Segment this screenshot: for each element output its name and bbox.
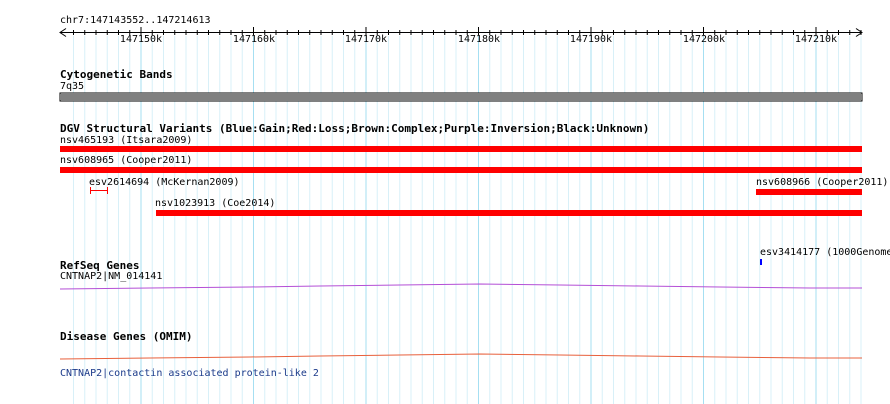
- feature-label-esv3414177[interactable]: esv3414177 (1000Genome: [760, 247, 890, 259]
- ruler-tick-label: 147170k: [344, 34, 388, 45]
- refseq-gene-label[interactable]: CNTNAP2|NM_014141: [60, 271, 162, 283]
- feature-label-nsv465193[interactable]: nsv465193 (Itsara2009): [60, 135, 192, 147]
- omim-gene-cntnap2: [59, 353, 862, 360]
- ruler-tick-label: 147200k: [682, 34, 726, 45]
- variant-nsv608965: [60, 167, 862, 173]
- cytoband-label: 7q35: [60, 81, 85, 92]
- variant-esv3414177: [760, 259, 762, 265]
- variant-nsv608966: [756, 189, 862, 195]
- feature-label-nsv608966[interactable]: nsv608966 (Cooper2011): [756, 177, 888, 189]
- ruler-tick-label: 147150k: [119, 34, 163, 45]
- ruler-tick-label: 147160k: [232, 34, 276, 45]
- refseq-gene-cntnap2: [59, 283, 862, 290]
- track-title-cytogenetic-bands[interactable]: Cytogenetic Bands: [60, 68, 173, 81]
- feature-label-esv2614694[interactable]: esv2614694 (McKernan2009): [89, 177, 240, 189]
- feature-label-nsv608965[interactable]: nsv608965 (Cooper2011): [60, 155, 192, 167]
- cytoband-7q35: [61, 94, 861, 100]
- track-title-disease-genes-omim[interactable]: Disease Genes (OMIM): [60, 330, 192, 343]
- coordinate-label: chr7:147143552..147214613: [60, 15, 211, 26]
- variant-nsv1023913: [156, 210, 862, 216]
- track-canvas: [59, 27, 863, 404]
- genome-browser-view[interactable]: chr7:147143552..147214613 147150k 147160k…: [0, 0, 890, 404]
- omim-gene-link[interactable]: CNTNAP2|contactin associated protein-lik…: [60, 368, 319, 380]
- feature-label-nsv1023913[interactable]: nsv1023913 (Coe2014): [155, 198, 275, 210]
- ruler-tick-label: 147210k: [794, 34, 838, 45]
- ruler-tick-label: 147190k: [569, 34, 613, 45]
- track-title-dgv-structural-variants[interactable]: DGV Structural Variants (Blue:Gain;Red:L…: [60, 122, 649, 135]
- ruler-tick-label: 147180k: [457, 34, 501, 45]
